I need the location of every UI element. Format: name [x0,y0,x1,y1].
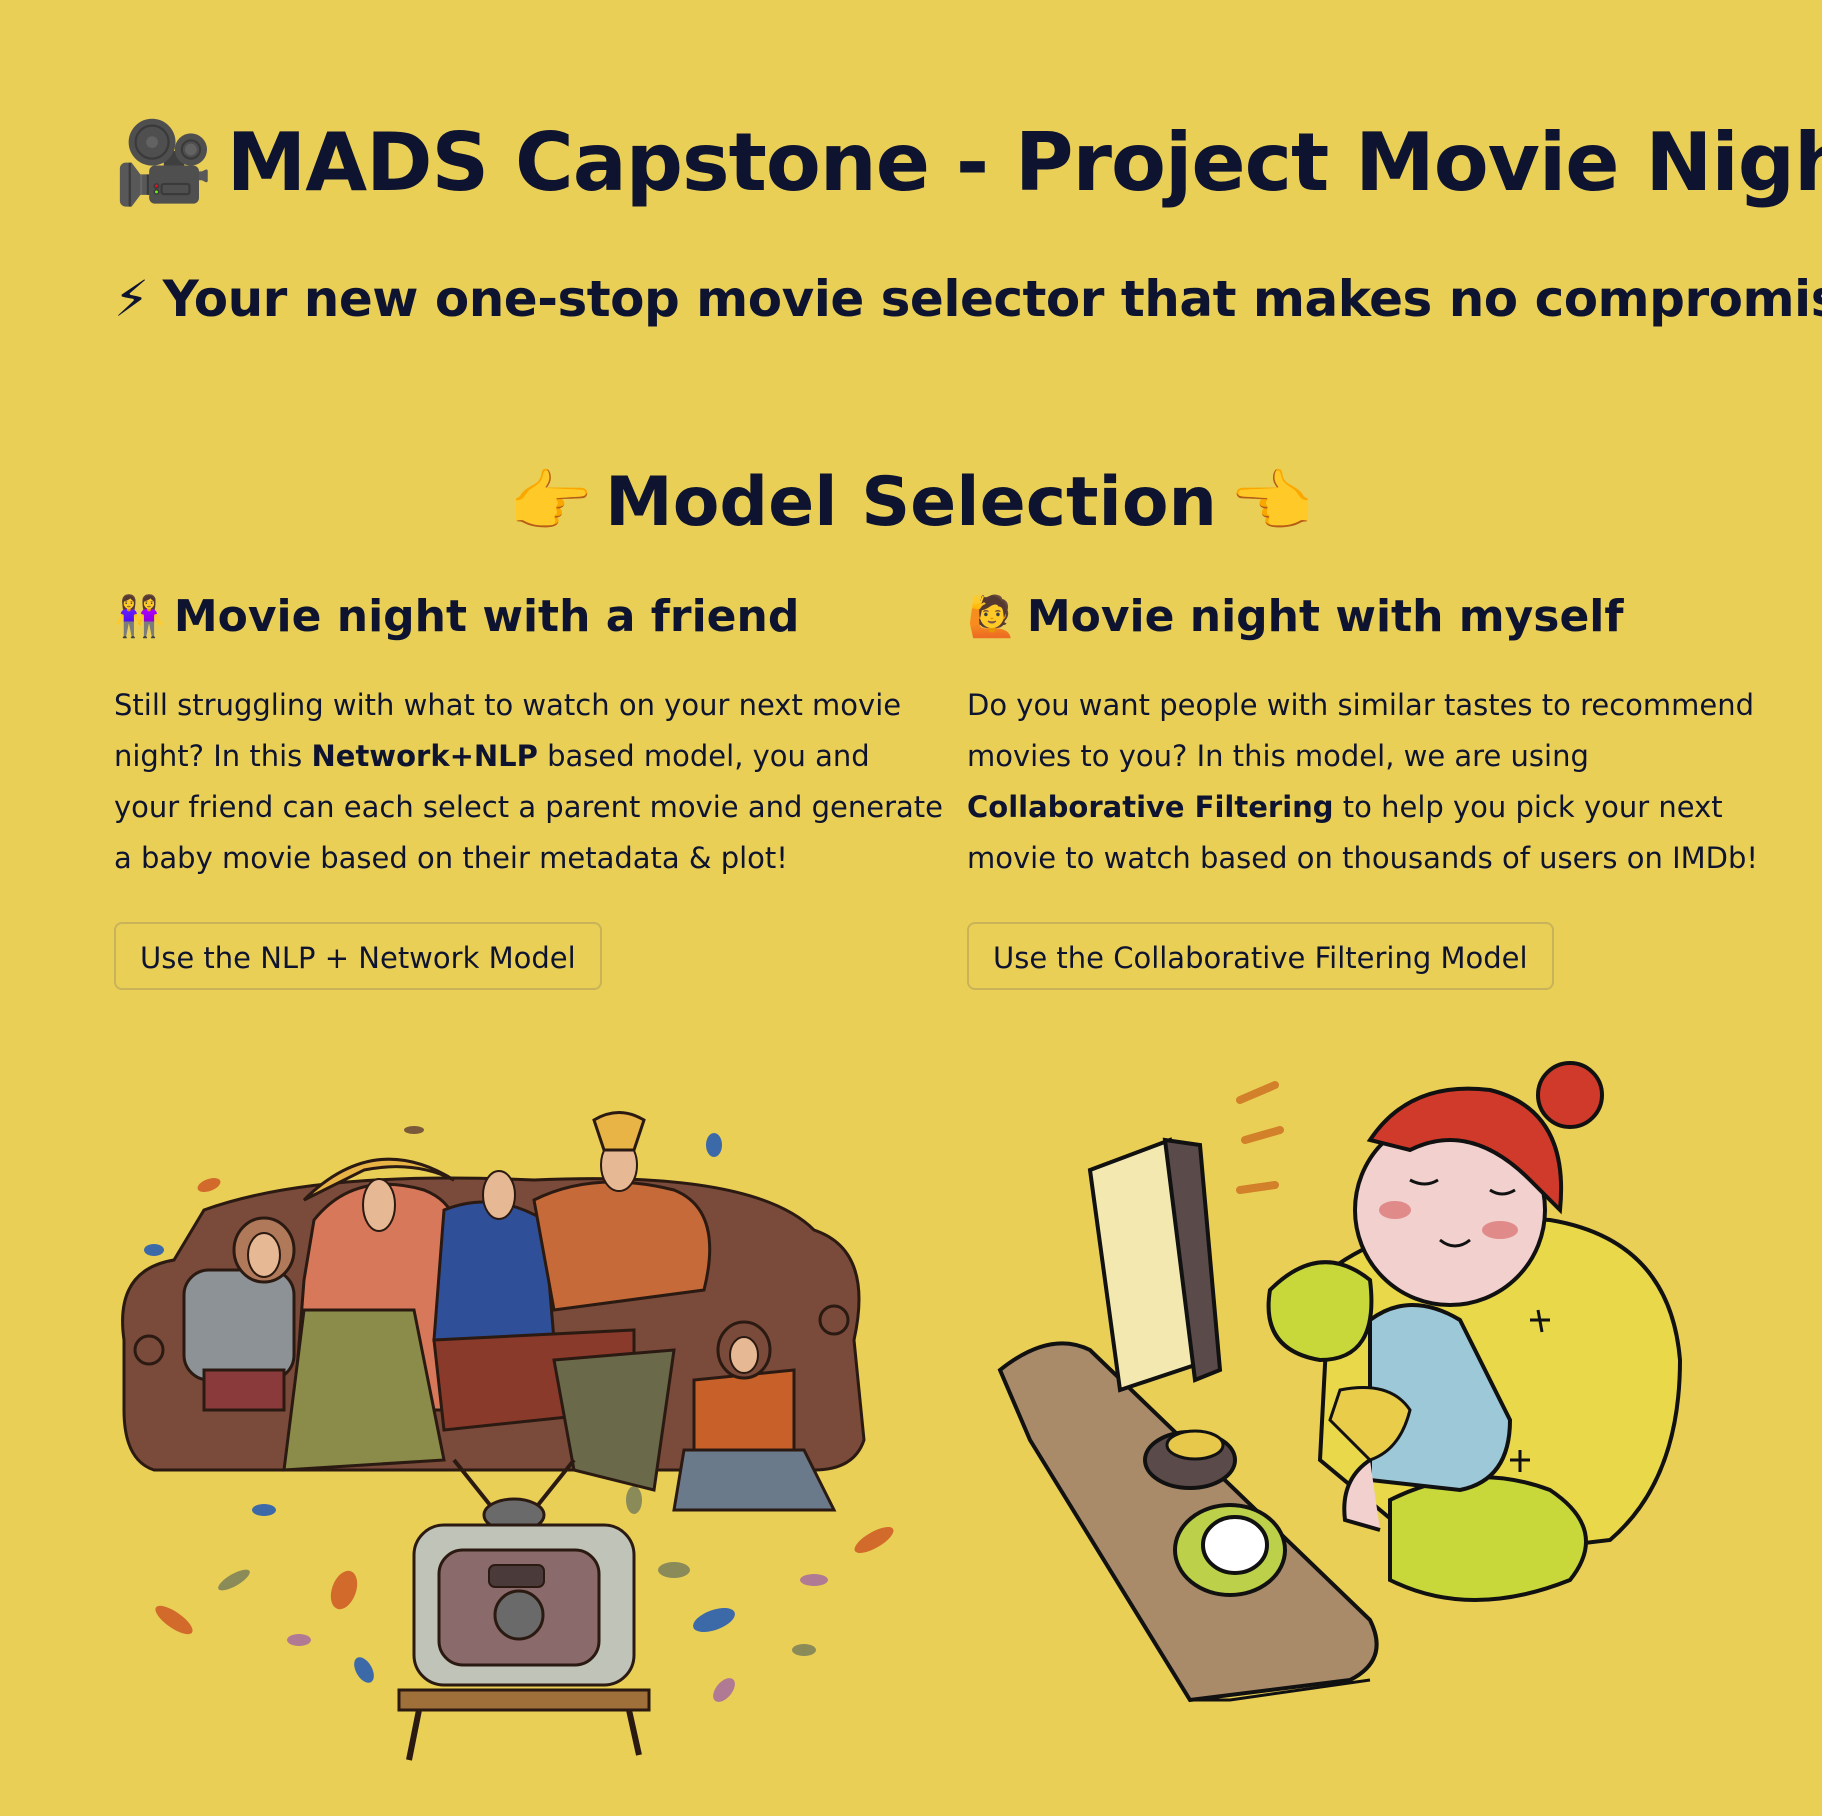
point-right-icon: 👉 [508,463,594,543]
friend-model-column: 👭 Movie night with a friend Still strugg… [114,588,944,990]
collaborative-filtering-model-button[interactable]: Use the Collaborative Filtering Model [967,922,1554,990]
friend-model-heading: 👭 Movie night with a friend [114,588,944,644]
self-model-column: 🙋 Movie night with myself Do you want pe… [967,588,1797,990]
movie-camera-icon: 🎥 [114,115,214,209]
friends-watching-tv-illustration [121,1111,894,1761]
self-model-text-1: Do you want people with similar tastes t… [967,688,1755,773]
friend-model-text-bold: Network+NLP [311,739,538,773]
self-model-description: Do you want people with similar tastes t… [967,680,1797,884]
point-left-icon: 👈 [1228,463,1314,543]
raising-hand-icon: 🙋 [967,593,1017,640]
app-page: 🎥 MADS Capstone - Project Movie Night ⚡ … [0,0,1822,1816]
two-women-icon: 👭 [114,593,164,640]
solo-movie-night-illustration [997,1061,1683,1703]
desk-drawing [997,1341,1379,1703]
page-subtitle: ⚡ Your new one-stop movie selector that … [114,270,1822,328]
model-selection-title: Model Selection [605,463,1217,543]
page-subtitle-text: Your new one-stop movie selector that ma… [162,269,1822,328]
lightning-icon: ⚡ [114,269,149,328]
page-title: 🎥 MADS Capstone - Project Movie Night [114,116,1822,210]
friend-model-description: Still struggling with what to watch on y… [114,680,944,884]
friend-model-heading-text: Movie night with a friend [173,590,800,642]
self-model-heading-text: Movie night with myself [1026,590,1624,642]
nlp-network-model-button[interactable]: Use the NLP + Network Model [114,922,602,990]
self-model-heading: 🙋 Movie night with myself [967,588,1797,644]
tv-drawing [397,1458,651,1761]
self-model-text-bold: Collaborative Filtering [967,790,1334,824]
model-selection-heading: 👉 Model Selection 👈 [0,462,1822,542]
page-title-text: MADS Capstone - Project Movie Night [226,116,1822,210]
